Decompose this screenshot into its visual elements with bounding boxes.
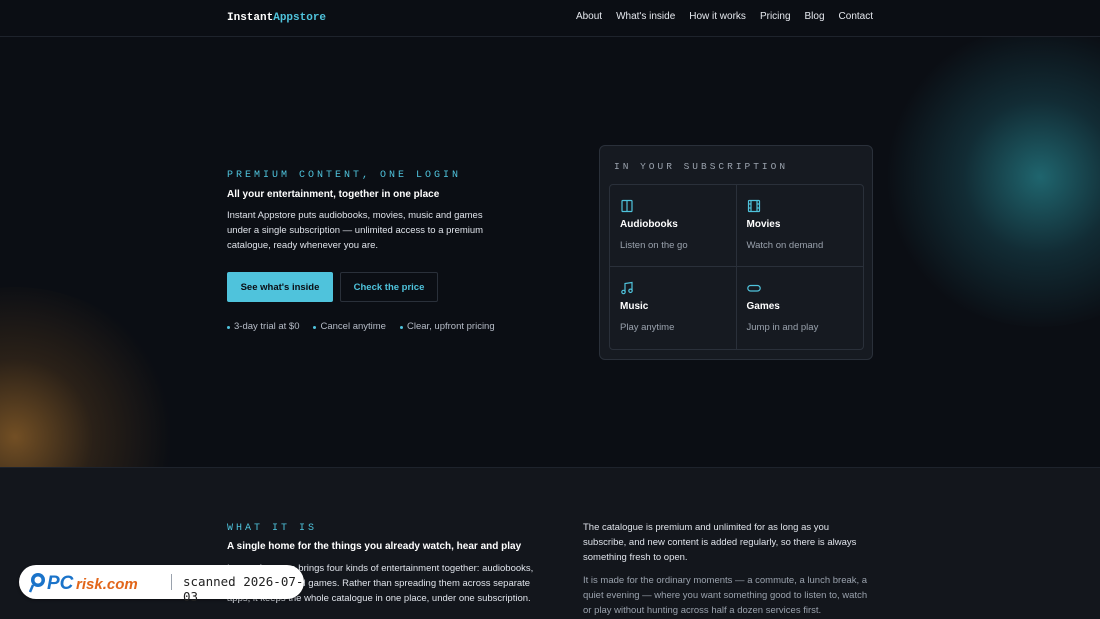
pcrisk-logo-text: risk.com	[76, 576, 138, 593]
subscription-item-audiobooks: Audiobooks Listen on the go	[610, 185, 737, 267]
hero-title: All your entertainment, together in one …	[227, 189, 440, 200]
brand-prefix: Instant	[227, 12, 274, 24]
perk-item: Clear, upfront pricing	[399, 321, 495, 332]
item-description: Jump in and play	[746, 322, 819, 333]
perk-text: Clear, upfront pricing	[406, 321, 495, 332]
hero-description: Instant Appstore puts audiobooks, movies…	[227, 210, 484, 251]
perk-item: 3-day trial at $0	[227, 321, 299, 332]
item-name: Audiobooks	[620, 219, 678, 230]
section-eyebrow: WHAT IT IS	[227, 523, 318, 534]
bullet-icon	[227, 326, 230, 329]
item-description: Listen on the go	[620, 240, 688, 251]
brand-suffix: Appstore	[273, 12, 327, 24]
book-icon	[621, 199, 633, 213]
scan-date-text: scanned 2026-07-03	[183, 574, 304, 604]
nav-link-about[interactable]: About	[576, 11, 602, 22]
music-note-icon	[621, 281, 633, 295]
film-icon	[747, 199, 760, 213]
subscription-item-movies: Movies Watch on demand	[736, 185, 863, 267]
bullet-icon	[399, 326, 403, 329]
nav-link-blog[interactable]: Blog	[805, 11, 825, 22]
nav-link-pricing[interactable]: Pricing	[760, 11, 791, 22]
subscription-card: IN YOUR SUBSCRIPTION Audiobooks Listen o…	[599, 145, 873, 360]
item-name: Movies	[746, 219, 781, 230]
check-price-button[interactable]: Check the price	[340, 272, 438, 302]
section-title: A single home for the things you already…	[227, 541, 522, 552]
nav-link-whats-inside[interactable]: What's inside	[616, 11, 675, 22]
item-name: Games	[746, 301, 780, 312]
subscription-item-games: Games Jump in and play	[737, 267, 864, 349]
gamepad-icon	[746, 284, 761, 292]
subscription-item-music: Music Play anytime	[610, 267, 737, 349]
nav-links: About What's inside How it works Pricing…	[576, 11, 873, 22]
pcrisk-logo: PC risk.com	[29, 573, 138, 594]
bullet-icon	[313, 326, 317, 329]
nav-link-how-it-works[interactable]: How it works	[689, 11, 746, 22]
watermark-divider	[171, 574, 172, 590]
nav-link-contact[interactable]: Contact	[839, 11, 873, 22]
item-description: Play anytime	[620, 322, 675, 333]
perk-text: 3-day trial at $0	[234, 321, 300, 332]
item-name: Music	[620, 301, 649, 312]
scan-watermark-badge: PC risk.com scanned 2026-07-03	[19, 565, 304, 604]
brand-logo[interactable]: InstantAppstore	[227, 12, 326, 24]
teal-glow-decoration	[880, 37, 1100, 327]
orange-glow-decoration	[0, 287, 180, 467]
item-description: Watch on demand	[746, 240, 824, 251]
perk-item: Cancel anytime	[313, 321, 386, 332]
perk-list: 3-day trial at $0 Cancel anytime Clear, …	[227, 321, 495, 332]
subscription-grid: Audiobooks Listen on the go Movies Watch…	[609, 184, 864, 350]
hero-section: PREMIUM CONTENT, ONE LOGIN All your ente…	[0, 37, 1100, 467]
top-navigation: InstantAppstore About What's inside How …	[0, 0, 1100, 37]
section-paragraph-moments: It is made for the ordinary moments — a …	[583, 575, 868, 616]
section-paragraph-catalogue: The catalogue is premium and unlimited f…	[583, 522, 857, 563]
perk-text: Cancel anytime	[320, 321, 386, 332]
subscription-heading: IN YOUR SUBSCRIPTION	[614, 161, 789, 172]
svg-text:PC: PC	[47, 573, 74, 594]
hero-eyebrow: PREMIUM CONTENT, ONE LOGIN	[227, 170, 462, 181]
see-whats-inside-button[interactable]: See what's inside	[227, 272, 333, 302]
